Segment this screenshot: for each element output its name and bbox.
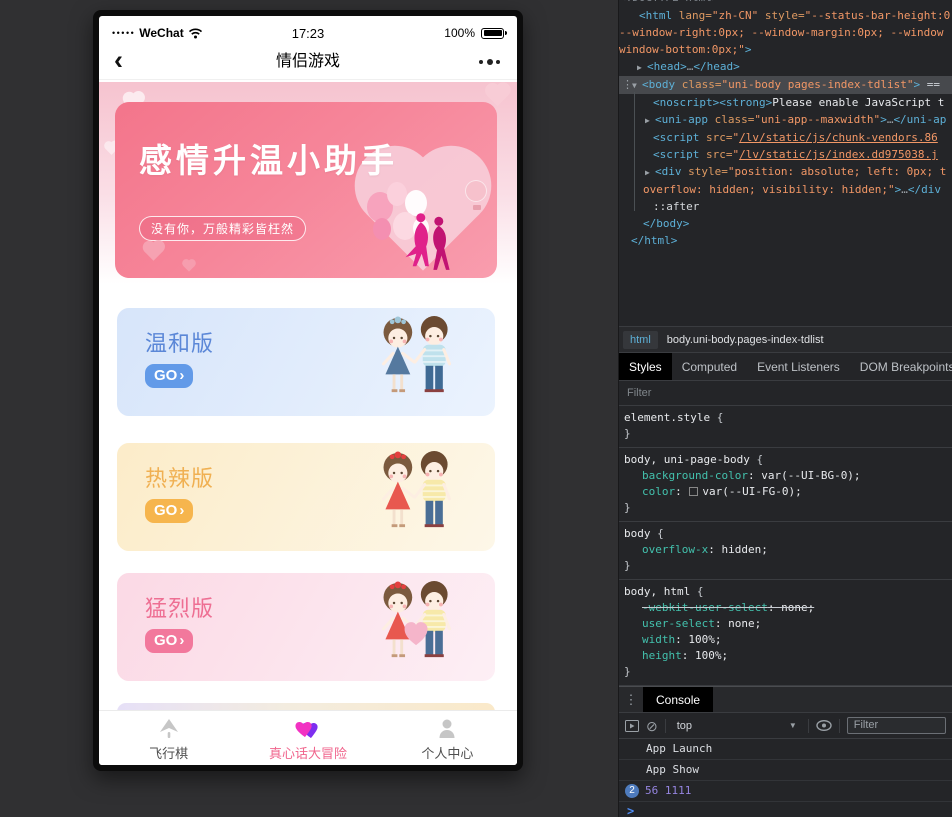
bottom-tab-bar: 飞行棋 真心话大冒险 个人中心 <box>99 710 517 765</box>
page-title: 情侣游戏 <box>99 46 517 78</box>
clock-label: 17:23 <box>99 26 517 41</box>
css-property[interactable]: user-select: none; <box>624 616 950 632</box>
status-bar: ••••• WeChat 17:23 100% <box>99 16 517 46</box>
css-property[interactable]: height: 100%; <box>624 648 950 664</box>
tab-styles[interactable]: Styles <box>619 353 672 380</box>
chevron-right-icon: › <box>179 367 184 384</box>
elements-tree-line[interactable]: <script src="/lv/static/js/index.dd97503… <box>619 146 952 163</box>
css-property[interactable]: color: var(--UI-FG-0); <box>624 484 950 500</box>
console-log-row[interactable]: App Show <box>619 760 952 781</box>
phone-frame: ••••• WeChat 17:23 100% ‹ 情侣游戏 <box>93 10 523 771</box>
css-rule[interactable]: body, uni-page-body {background-color: v… <box>619 448 952 522</box>
clipped-doctype-line: <!DOCTYPE html> <box>619 0 952 7</box>
elements-tree-line[interactable]: window-bottom:0px;"> <box>619 41 952 58</box>
elements-tree-line[interactable]: ▶<div style="position: absolute; left: 0… <box>619 163 952 181</box>
go-button[interactable]: GO› <box>145 629 193 653</box>
elements-tree: <!DOCTYPE html> <html lang="zh-CN" style… <box>619 0 952 326</box>
elements-tree-line[interactable]: ▶<head>…</head> <box>619 58 952 76</box>
banner-tagline-pill: 没有你，万般精彩皆枉然 <box>139 216 306 241</box>
couple-illustration <box>373 313 461 414</box>
elements-tree-line[interactable]: </body> <box>619 215 952 232</box>
battery-icon <box>481 28 504 39</box>
css-property[interactable]: -webkit-user-select: none; <box>624 600 950 616</box>
elements-tree-line[interactable]: </html> <box>619 232 952 249</box>
console-context-select[interactable]: top ▼ <box>673 720 801 732</box>
tab-computed[interactable]: Computed <box>672 353 747 380</box>
breadcrumb: html body.uni-body.pages-index-tdlist <box>619 326 952 353</box>
hot-air-balloon-icon <box>465 180 489 214</box>
couple-illustration <box>373 448 461 549</box>
heart-decoration-icon <box>144 242 162 260</box>
console-filter-input[interactable]: Filter <box>847 717 946 734</box>
go-button[interactable]: GO› <box>145 499 193 523</box>
elements-tree-line[interactable]: <script src="/lv/static/js/chunk-vendors… <box>619 129 952 146</box>
card-title: 温和版 <box>145 326 214 358</box>
chevron-right-icon: › <box>179 502 184 519</box>
kebab-menu-icon[interactable]: ⋮ <box>619 687 643 712</box>
go-button[interactable]: GO› <box>145 364 193 388</box>
wechat-menu-dots-icon[interactable] <box>479 59 500 65</box>
tree-indent-guide <box>634 92 635 211</box>
live-expression-eye-icon[interactable] <box>816 720 832 731</box>
card-spicy-version[interactable]: 热辣版 GO› <box>117 443 495 551</box>
banner-title: 感情升温小助手 <box>139 134 398 182</box>
elements-tree-line[interactable]: --window-right:0px; --window-margin:0px;… <box>619 24 952 41</box>
dancing-couple-silhouette <box>401 210 455 274</box>
expand-arrow-icon[interactable]: ▶ <box>637 59 647 76</box>
css-property[interactable]: overflow-x: hidden; <box>624 542 950 558</box>
devtools-panel: <!DOCTYPE html> <html lang="zh-CN" style… <box>618 0 952 817</box>
chevron-right-icon: › <box>179 632 184 649</box>
nav-bar: ‹ 情侣游戏 <box>99 46 517 80</box>
tab-personal-center[interactable]: 个人中心 <box>378 711 517 765</box>
css-rule[interactable]: body, html {-webkit-user-select: none;us… <box>619 580 952 686</box>
heart-decoration-icon <box>183 260 194 271</box>
breadcrumb-html[interactable]: html <box>623 331 658 349</box>
color-swatch[interactable] <box>689 487 698 496</box>
css-property[interactable]: width: 100%; <box>624 632 950 648</box>
couple-illustration <box>373 578 461 679</box>
hover-menu-dots-icon[interactable]: ⋮ <box>622 76 632 93</box>
elements-tree-line[interactable]: ▶<uni-app class="uni-app--maxwidth">…</u… <box>619 111 952 129</box>
back-chevron-icon[interactable]: ‹ <box>114 43 123 77</box>
promo-banner[interactable]: 感情升温小助手 没有你，万般精彩皆枉然 <box>115 102 497 278</box>
phone-screen: ••••• WeChat 17:23 100% ‹ 情侣游戏 <box>99 16 517 765</box>
tab-console[interactable]: Console <box>643 687 713 712</box>
css-rule[interactable]: element.style {} <box>619 406 952 448</box>
console-drawer: ⋮ Console ⊘ top ▼ <box>619 686 952 817</box>
chevron-down-icon: ▼ <box>789 721 797 730</box>
double-heart-icon <box>295 718 321 740</box>
card-title: 猛烈版 <box>145 591 214 623</box>
console-toolbar: ⊘ top ▼ Filter <box>619 713 952 739</box>
tab-event-listeners[interactable]: Event Listeners <box>747 353 850 380</box>
elements-tree-line[interactable]: <html lang="zh-CN" style="--status-bar-h… <box>619 7 952 24</box>
console-tab-row: ⋮ Console <box>619 687 952 713</box>
inspector-tabs: Styles Computed Event Listeners DOM Brea… <box>619 353 952 381</box>
expand-arrow-icon[interactable]: ▶ <box>645 112 655 129</box>
styles-filter-input[interactable]: Filter <box>619 381 952 406</box>
card-intense-version[interactable]: 猛烈版 GO› <box>117 573 495 681</box>
css-property[interactable]: background-color: var(--UI-BG-0); <box>624 468 950 484</box>
plane-icon <box>157 718 181 740</box>
card-title: 热辣版 <box>145 461 214 493</box>
console-sidebar-icon[interactable] <box>625 720 639 732</box>
card-mild-version[interactable]: 温和版 GO› <box>117 308 495 416</box>
expand-arrow-icon[interactable]: ▶ <box>645 164 655 181</box>
tab-dom-breakpoints[interactable]: DOM Breakpoints <box>850 353 952 380</box>
console-prompt[interactable]: > <box>619 802 952 817</box>
repeat-count-badge: 2 <box>625 784 639 798</box>
tab-truth-or-dare[interactable]: 真心话大冒险 <box>238 711 377 765</box>
elements-tree-line[interactable]: overflow: hidden; visibility: hidden;">…… <box>619 181 952 198</box>
console-log-row[interactable]: App Launch <box>619 739 952 760</box>
clear-console-icon[interactable]: ⊘ <box>646 719 658 733</box>
tab-flying-chess[interactable]: 飞行棋 <box>99 711 238 765</box>
screenshot-stage: ••••• WeChat 17:23 100% ‹ 情侣游戏 <box>0 0 952 817</box>
elements-tree-line[interactable]: <noscript><strong>Please enable JavaScri… <box>619 94 952 111</box>
css-rule[interactable]: body {overflow-x: hidden;} <box>619 522 952 580</box>
elements-tree-line[interactable]: ⋮▼<body class="uni-body pages-index-tdli… <box>619 76 952 94</box>
person-icon <box>436 718 458 740</box>
elements-tree-line[interactable]: ::after <box>619 198 952 215</box>
breadcrumb-body[interactable]: body.uni-body.pages-index-tdlist <box>667 334 824 346</box>
console-log-row[interactable]: 2 56 1111 <box>619 781 952 802</box>
